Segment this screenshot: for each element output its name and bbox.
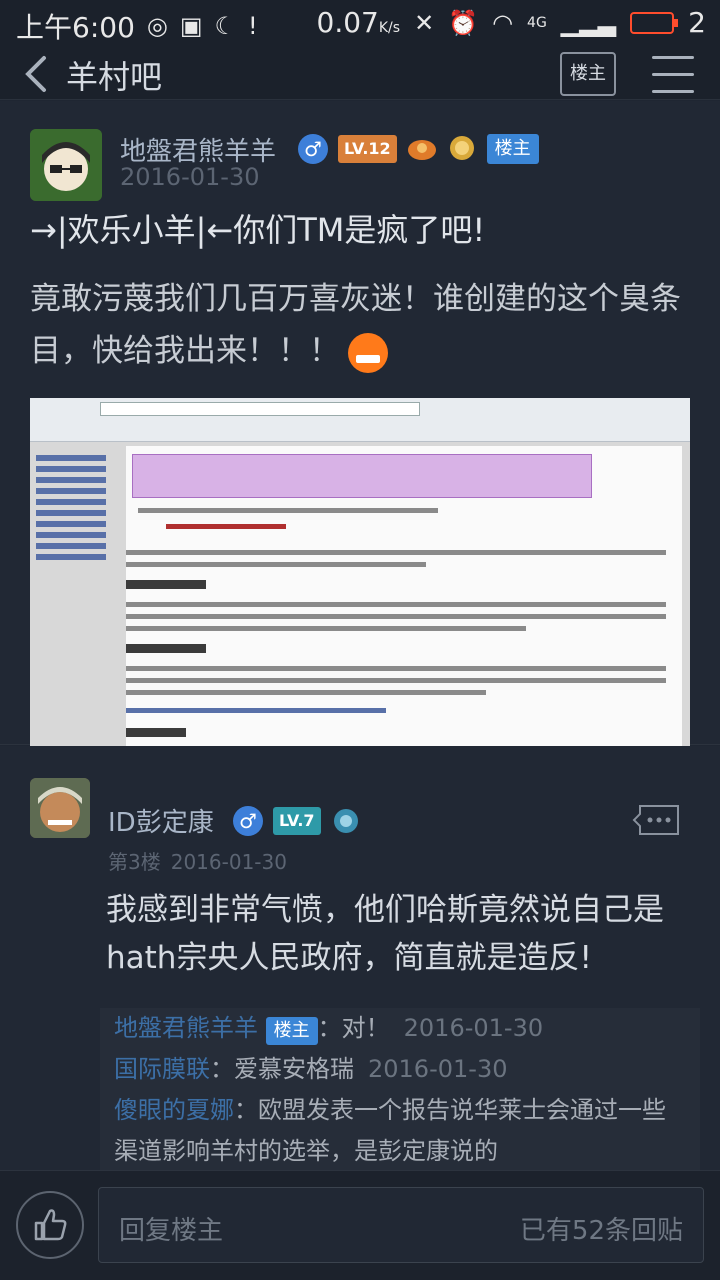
wiki-categories <box>126 708 386 713</box>
post-title: →|欢乐小羊|←你们TM是疯了吧! <box>30 211 486 249</box>
post-floor-3: ID彭定康 ♂ LV.7 第3楼 2016-01-30 我感到非常气愤，他们哈斯竟… <box>0 746 720 1176</box>
wiki-line <box>126 626 526 631</box>
sub-reply-author[interactable]: 地盤君熊羊羊 <box>114 1014 258 1042</box>
clock: 上午6:00 <box>16 11 135 44</box>
bottom-bar: 回复楼主 已有52条回贴 <box>0 1170 720 1280</box>
gamepad-medal-icon <box>407 140 436 160</box>
net-speed-value: 0.07 <box>316 6 379 39</box>
floor-number: 第3楼 <box>108 850 161 874</box>
like-button[interactable] <box>16 1191 84 1259</box>
wiki-line <box>138 508 438 513</box>
comment-icon[interactable] <box>632 804 680 836</box>
wiki-line <box>126 562 426 567</box>
user-badges: ♂ LV.12 楼主 <box>298 134 539 164</box>
reply-input[interactable]: 回复楼主 已有52条回贴 <box>98 1187 704 1263</box>
wiki-line <box>126 666 666 671</box>
wiki-line <box>126 690 486 695</box>
net-speed: 0.07K/s <box>317 6 401 39</box>
post-body: 竟敢污蔑我们几百万喜灰迷！谁创建的这个臭条目，快给我出来！！！ <box>30 273 690 377</box>
male-icon: ♂ <box>298 134 328 164</box>
male-icon: ♂ <box>233 806 263 836</box>
user-badges: ♂ LV.7 <box>233 806 361 836</box>
battery-icon <box>630 11 679 34</box>
net-speed-unit: K/s <box>378 20 401 36</box>
menu-icon[interactable] <box>652 56 694 93</box>
weibo-icon: ◎ <box>146 12 168 40</box>
only-op-button[interactable]: 楼主 <box>560 52 616 96</box>
op-tag: 楼主 <box>486 134 539 164</box>
page-title: 羊村吧 <box>66 58 163 96</box>
nav-bar: 羊村吧 楼主 <box>0 48 720 100</box>
wiki-heading <box>126 580 206 589</box>
medal-icon <box>449 136 474 160</box>
avatar[interactable] <box>30 129 102 201</box>
post-date: 2016-01-30 <box>170 850 287 874</box>
sub-reply[interactable]: 国际膜联：爱慕安格瑞 2016-01-30 <box>100 1049 700 1090</box>
sub-reply-author[interactable]: 傻眼的夏娜 <box>114 1096 234 1124</box>
medal-icon <box>333 809 358 833</box>
sub-reply[interactable]: 傻眼的夏娜：欧盟发表一个报告说华莱士会通过一些渠道影响羊村的选举，是彭定康说的 … <box>100 1090 700 1176</box>
mute-icon: ✕ <box>414 8 435 37</box>
wiki-heading <box>126 644 206 653</box>
post-op: 地盤君熊羊羊 ♂ LV.12 楼主 2016-01-30 →|欢乐小羊|←你们T… <box>0 101 720 753</box>
status-bar: 上午6:00 ◎ ▣ ☾ ! 0.07K/s ✕ ⏰ ◠ 4G ▁▂▃ 2 <box>0 0 720 48</box>
reply-placeholder: 回复楼主 <box>119 1216 224 1246</box>
qq-icon: ▣ <box>179 12 203 40</box>
wiki-line <box>126 550 666 555</box>
alarm-icon: ⏰ <box>448 8 479 37</box>
post-body: 我感到非常气愤，他们哈斯竟然说自己是hath宗央人民政府，简直就是造反! <box>106 892 664 976</box>
wiki-content <box>126 446 682 746</box>
username[interactable]: ID彭定康 <box>108 802 214 839</box>
sub-reply-text: ：爱慕安格瑞 <box>210 1055 354 1083</box>
wiki-read-more <box>126 728 186 737</box>
floor-info: 第3楼 2016-01-30 <box>108 846 287 875</box>
sub-replies: 地盤君熊羊羊 楼主 ：对！ 2016-01-30 国际膜联：爱慕安格瑞 2016-01… <box>100 1008 700 1176</box>
sub-reply-date: 2016-01-30 <box>403 1014 544 1042</box>
wiki-notice-box <box>132 454 592 498</box>
sub-reply[interactable]: 地盤君熊羊羊 楼主 ：对！ 2016-01-30 <box>100 1008 700 1049</box>
sub-reply-author[interactable]: 国际膜联 <box>114 1055 210 1083</box>
op-tag: 楼主 <box>265 1017 318 1045</box>
sub-reply-date: 2016-01-30 <box>368 1055 508 1083</box>
thumbs-up-icon <box>34 1209 67 1241</box>
level-badge: LV.12 <box>338 135 397 163</box>
post-date: 2016-01-30 <box>120 163 260 191</box>
wiki-line <box>166 524 286 529</box>
network-type: 4G <box>527 14 547 31</box>
reply-count: 已有52条回贴 <box>519 1216 683 1246</box>
sub-reply-text: ：对！ <box>317 1014 390 1042</box>
post-image[interactable] <box>30 398 690 753</box>
avatar[interactable] <box>30 778 90 838</box>
signal-icon: ▁▂▃ <box>560 8 617 37</box>
address-bar <box>100 402 420 416</box>
wifi-icon: ◠ <box>492 8 514 37</box>
alert-icon: ! <box>248 12 258 40</box>
wiki-line <box>126 614 666 619</box>
status-left: 上午6:00 ◎ ▣ ☾ ! <box>16 6 258 46</box>
angry-face-icon <box>348 332 388 373</box>
wiki-line <box>126 602 666 607</box>
wiki-line <box>126 678 666 683</box>
moon-icon: ☾ <box>214 12 237 40</box>
wiki-sidebar <box>36 450 126 650</box>
status-right: 0.07K/s ✕ ⏰ ◠ 4G ▁▂▃ 2 <box>317 6 706 39</box>
browser-chrome <box>30 398 690 442</box>
back-arrow-icon[interactable] <box>18 52 58 96</box>
level-badge: LV.7 <box>273 807 321 835</box>
sim-number: 2 <box>688 6 706 39</box>
